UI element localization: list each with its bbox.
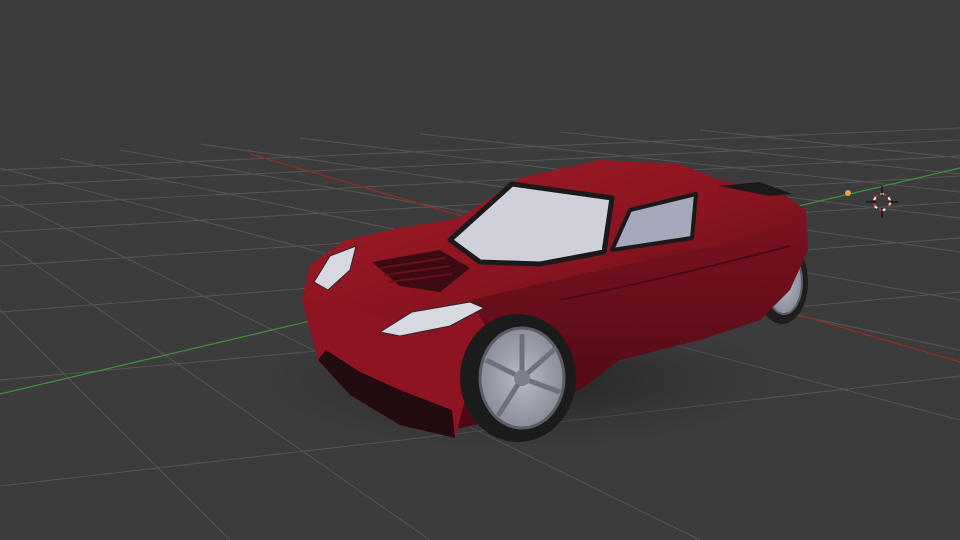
viewport-scene[interactable] — [0, 0, 960, 540]
3d-viewport[interactable] — [0, 0, 960, 540]
light-object[interactable] — [845, 190, 851, 196]
front-wheel-hub — [514, 370, 530, 386]
3d-cursor[interactable] — [866, 186, 898, 218]
light-icon — [845, 190, 851, 196]
windshield — [447, 181, 615, 267]
